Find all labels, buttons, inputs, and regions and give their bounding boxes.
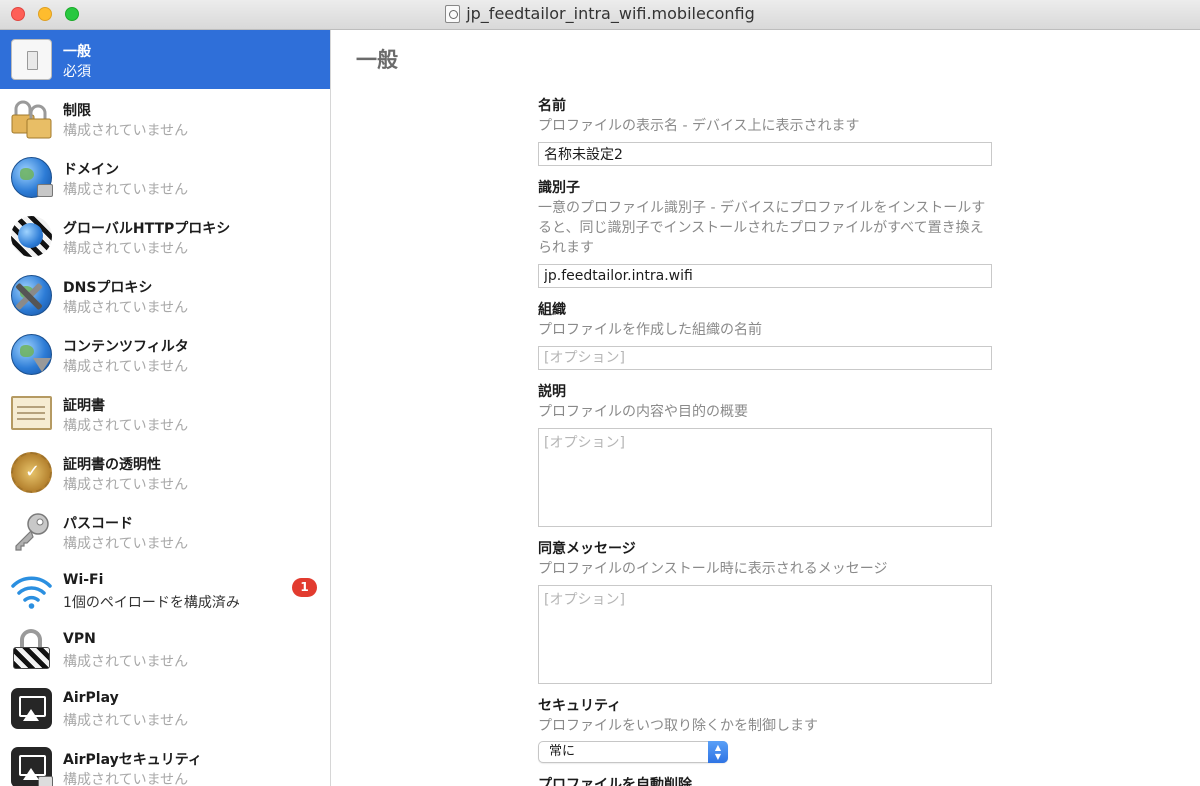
sidebar-item-airplay-security[interactable]: AirPlayセキュリティ 構成されていません: [0, 738, 330, 786]
organization-input[interactable]: [538, 346, 992, 370]
sidebar-item-content-filter[interactable]: コンテンツフィルタ 構成されていません: [0, 325, 330, 384]
sidebar-item-wifi[interactable]: Wi-Fi 1個のペイロードを構成済み 1: [0, 561, 330, 620]
sidebar-item-status: 構成されていません: [63, 477, 189, 493]
vpn-lock-icon: [11, 629, 52, 670]
sidebar-item-status: 構成されていません: [63, 654, 189, 670]
sidebar-item-status: 構成されていません: [63, 772, 189, 786]
title-bar: jp_feedtailor_intra_wifi.mobileconfig: [0, 0, 1200, 30]
sidebar-item-title: AirPlay: [63, 690, 119, 706]
consent-field-group: 同意メッセージ プロファイルのインストール時に表示されるメッセージ: [538, 539, 998, 684]
sidebar-item-title: Wi-Fi: [63, 572, 104, 588]
general-form: 名前 プロファイルの表示名 - デバイス上に表示されます 識別子 一意のプロファ…: [538, 96, 998, 786]
lock-icon: [37, 184, 53, 197]
security-field-group: セキュリティ プロファイルをいつ取り除くかを制御します 常に ▲ ▼: [538, 696, 998, 763]
window-title: jp_feedtailor_intra_wifi.mobileconfig: [466, 4, 755, 23]
description-description: プロファイルの内容や目的の概要: [538, 404, 748, 420]
consent-label: 同意メッセージ: [538, 541, 636, 557]
sidebar-item-status: 構成されていません: [63, 418, 189, 434]
padlocks-icon: [11, 98, 52, 139]
sidebar-item-airplay[interactable]: AirPlay 構成されていません: [0, 679, 330, 738]
page-title: 一般: [356, 48, 398, 72]
sidebar-item-certificate-transparency[interactable]: 証明書の透明性 構成されていません: [0, 443, 330, 502]
security-description: プロファイルをいつ取り除くかを制御します: [538, 718, 818, 734]
identifier-input[interactable]: [538, 264, 992, 288]
security-label: セキュリティ: [538, 698, 622, 714]
sidebar-item-title: VPN: [63, 631, 96, 647]
globe-lock-icon: [11, 157, 53, 198]
sidebar-item-status: 構成されていません: [63, 300, 189, 316]
sidebar-item-status: 必須: [63, 64, 91, 80]
globe-proxy-icon: [11, 216, 52, 257]
organization-field-group: 組織 プロファイルを作成した組織の名前: [538, 300, 998, 370]
sidebar-item-status: 構成されていません: [63, 713, 189, 729]
sidebar-item-status: 1個のペイロードを構成済み: [63, 595, 240, 611]
sidebar-item-general[interactable]: 一般 必須: [0, 30, 330, 89]
globe-filter-icon: [11, 334, 52, 375]
auto-remove-label: プロファイルを自動削除: [538, 777, 692, 786]
switch-icon: [11, 39, 52, 80]
lock-icon: [38, 776, 53, 786]
seal-icon: [11, 452, 52, 493]
description-field-group: 説明 プロファイルの内容や目的の概要: [538, 382, 998, 527]
sidebar-item-title: ドメイン: [63, 162, 119, 178]
name-field-group: 名前 プロファイルの表示名 - デバイス上に表示されます: [538, 96, 998, 166]
security-selected-value: 常に: [549, 744, 576, 759]
airplay-security-icon: [11, 747, 53, 786]
window-title-area: jp_feedtailor_intra_wifi.mobileconfig: [0, 4, 1200, 26]
sidebar-item-status: 構成されていません: [63, 359, 189, 375]
consent-textarea[interactable]: [538, 585, 992, 684]
sidebar-item-restrictions[interactable]: 制限 構成されていません: [0, 89, 330, 148]
name-description: プロファイルの表示名 - デバイス上に表示されます: [538, 118, 860, 134]
certificate-icon: [11, 396, 52, 430]
sidebar-item-status: 構成されていません: [63, 123, 189, 139]
lock-body-icon: [13, 647, 50, 669]
sidebar-item-global-http-proxy[interactable]: グローバルHTTPプロキシ 構成されていません: [0, 207, 330, 266]
identifier-label: 識別子: [538, 180, 580, 196]
payload-sidebar: 一般 必須 制限 構成されていません ドメイン 構成されていません グローバルH…: [0, 30, 331, 786]
sidebar-item-title: コンテンツフィルタ: [63, 339, 189, 355]
key-icon: [11, 511, 52, 552]
sidebar-item-status: 構成されていません: [63, 536, 189, 552]
chevron-up-down-icon: ▲ ▼: [708, 741, 728, 763]
sidebar-item-passcode[interactable]: パスコード 構成されていません: [0, 502, 330, 561]
sidebar-item-certificates[interactable]: 証明書 構成されていません: [0, 384, 330, 443]
wifi-icon: [11, 570, 52, 611]
funnel-icon: [33, 358, 51, 372]
sidebar-item-title: 制限: [63, 103, 91, 119]
security-select[interactable]: 常に ▲ ▼: [538, 741, 728, 763]
description-label: 説明: [538, 384, 566, 400]
consent-description: プロファイルのインストール時に表示されるメッセージ: [538, 561, 888, 577]
name-label: 名前: [538, 98, 566, 114]
description-textarea[interactable]: [538, 428, 992, 527]
sidebar-item-status: 構成されていません: [63, 182, 189, 198]
identifier-field-group: 識別子 一意のプロファイル識別子 - デバイスにプロファイルをインストールすると…: [538, 178, 998, 288]
globe-tools-icon: [11, 275, 52, 316]
document-icon: [445, 4, 461, 23]
sidebar-item-title: AirPlayセキュリティ: [63, 752, 202, 768]
identifier-description: 一意のプロファイル識別子 - デバイスにプロファイルをインストールすると、同じ識…: [538, 200, 986, 256]
sidebar-item-title: 証明書: [63, 398, 105, 414]
sidebar-item-dns-proxy[interactable]: DNSプロキシ 構成されていません: [0, 266, 330, 325]
sidebar-item-title: 一般: [63, 44, 91, 60]
organization-description: プロファイルを作成した組織の名前: [538, 322, 762, 338]
sidebar-item-status: 構成されていません: [63, 241, 189, 257]
organization-label: 組織: [538, 302, 566, 318]
sidebar-item-title: DNSプロキシ: [63, 280, 153, 296]
sidebar-item-vpn[interactable]: VPN 構成されていません: [0, 620, 330, 679]
auto-remove-field-group: プロファイルを自動削除: [538, 775, 998, 786]
sidebar-item-title: パスコード: [63, 516, 133, 532]
sidebar-item-title: 証明書の透明性: [63, 457, 161, 473]
sidebar-item-domains[interactable]: ドメイン 構成されていません: [0, 148, 330, 207]
airplay-icon: [11, 688, 52, 729]
name-input[interactable]: [538, 142, 992, 166]
payload-count-badge: 1: [292, 578, 317, 597]
payload-detail-panel: 一般 名前 プロファイルの表示名 - デバイス上に表示されます 識別子 一意のプ…: [331, 30, 1200, 786]
sidebar-item-title: グローバルHTTPプロキシ: [63, 221, 231, 237]
